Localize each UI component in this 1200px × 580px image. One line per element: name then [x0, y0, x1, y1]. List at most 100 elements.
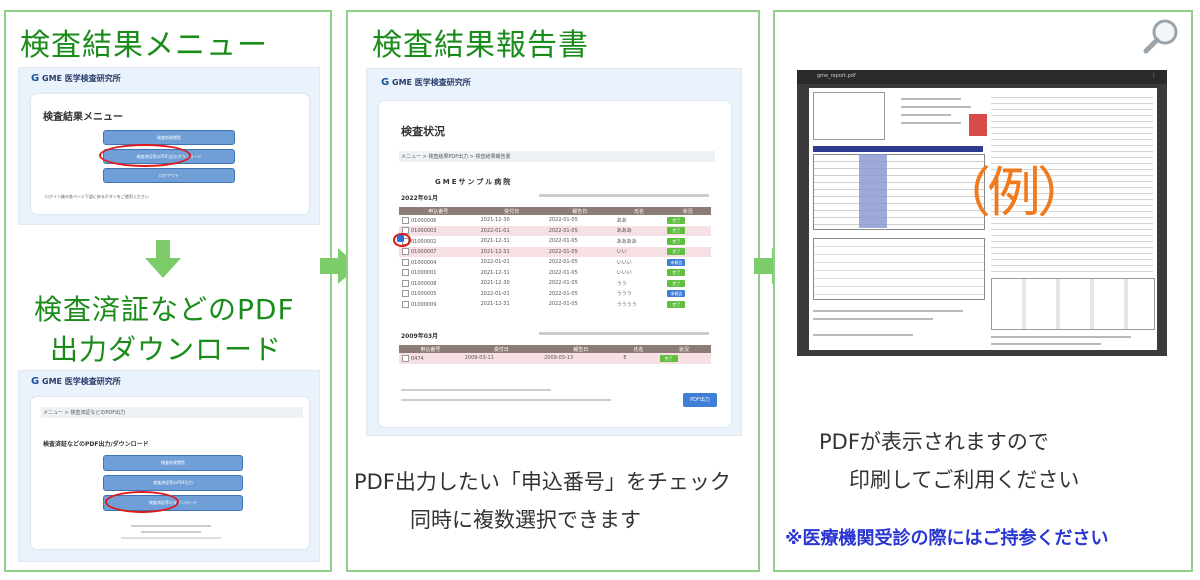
application-number-cell[interactable]: 01000007 [399, 246, 478, 257]
menu-screenshot: G GME 医学検査研究所 検査結果メニュー 検査結果閲覧 検査済証等のPDF出… [18, 67, 320, 225]
table-row[interactable]: 01000008 2021-12-30 2022-01-05 うう 完了 [399, 278, 711, 289]
seal-stamp [969, 114, 987, 136]
application-number-cell[interactable]: 0474 [399, 353, 462, 364]
checkbox[interactable] [402, 354, 409, 362]
received-date-cell: 2022-01-01 [477, 288, 546, 299]
received-date-cell: 2022-01-01 [477, 257, 546, 268]
status-badge[interactable]: 未報告 [667, 258, 686, 266]
patient-name-cell: いい [613, 246, 665, 257]
status-cell: 完了 [664, 215, 711, 226]
status-badge[interactable]: 完了 [667, 216, 686, 224]
address-box [813, 92, 885, 140]
report-date-cell: 2022-01-05 [545, 267, 614, 278]
info-line [401, 389, 551, 391]
checkbox[interactable] [402, 300, 409, 308]
report-date-cell: 2022-01-05 [545, 225, 614, 236]
application-number-cell[interactable]: 01000008 [399, 278, 478, 289]
table-row[interactable]: 01000004 2022-01-01 2022-01-05 いいい 未報告 [399, 257, 711, 268]
year-label: 2022年01月 [401, 195, 439, 202]
right-diagram [991, 278, 1155, 330]
application-number-cell[interactable]: 01000004 [399, 257, 478, 268]
highlight-column [859, 154, 887, 228]
menu-button-view[interactable]: 検査結果閲覧 [103, 130, 235, 145]
footer-line [131, 525, 211, 527]
col-header: 受付日 [477, 207, 546, 215]
status-cell: 完了 [664, 267, 711, 278]
table-row[interactable]: 01000003 2022-01-01 2022-01-05 あああ 完了 [399, 225, 711, 236]
application-number-cell[interactable]: 01000003 [399, 225, 478, 236]
text-line [901, 106, 971, 108]
status-cell: 完了 [656, 353, 711, 364]
breadcrumb[interactable]: メニュー > 検査結果PDF出力 > 検査結果報告書 [399, 151, 715, 162]
col-header: 状況 [664, 207, 711, 215]
patient-name-cell: E [620, 353, 657, 364]
received-date-cell: 2021-12-31 [477, 267, 546, 278]
table-row[interactable]: 01000005 2022-01-01 2022-01-05 ううう 未報告 [399, 288, 711, 299]
download-button-pdf[interactable]: 検査済証等のPDF出力 [103, 475, 243, 491]
download-heading: 検査済証などのPDF出力/ダウンロード [43, 441, 149, 448]
status-badge[interactable]: 完了 [659, 354, 678, 362]
panel3-caption-line1: PDFが表示されますので [819, 430, 1049, 454]
received-date-cell: 2021-12-30 [477, 215, 546, 226]
col-header: 受付日 [461, 345, 542, 353]
col-header: 状況 [656, 345, 711, 353]
report-date-cell: 2022-01-05 [545, 257, 614, 268]
table-row[interactable]: 0474 2009-03-11 2009-03-13 E 完了 [399, 353, 711, 364]
table-row[interactable]: 01000002 2021-12-31 2022-01-05 ああああ 完了 [399, 236, 711, 247]
download-button-view[interactable]: 検査結果閲覧 [103, 455, 243, 471]
breadcrumb[interactable]: メニュー > 検査済証などのPDF出力 [41, 407, 303, 418]
menu-heading: 検査結果メニュー [43, 112, 123, 123]
pdf-page: （例） [809, 88, 1157, 350]
text-line [813, 310, 963, 312]
table-row[interactable]: 01000006 2021-12-30 2022-01-05 ああ 完了 [399, 215, 711, 226]
application-number-cell[interactable]: 01000006 [399, 215, 478, 226]
checkbox[interactable] [402, 258, 409, 266]
received-date-cell: 2021-12-31 [477, 246, 546, 257]
patient-name-cell: うう [613, 278, 665, 289]
gme-logo: G GME 医学検査研究所 [31, 376, 121, 387]
table-row[interactable]: 01000007 2021-12-31 2022-01-05 いい 完了 [399, 246, 711, 257]
text-line [813, 318, 933, 320]
status-badge[interactable]: 完了 [667, 279, 686, 287]
download-card: メニュー > 検査済証などのPDF出力 検査済証などのPDF出力/ダウンロード … [31, 397, 309, 549]
status-badge[interactable]: 完了 [667, 269, 686, 277]
application-number-cell[interactable]: 01000001 [399, 267, 478, 278]
text-line [991, 336, 1131, 338]
report-date-cell: 2022-01-05 [545, 236, 614, 247]
application-number-cell[interactable]: 01000009 [399, 299, 478, 310]
table-row[interactable]: 01000009 2021-12-31 2022-01-05 うううう 完了 [399, 299, 711, 310]
bring-notice: ※医療機関受診の際にはご持参ください [785, 528, 1109, 549]
text-line [901, 114, 951, 116]
viewer-menu-icon[interactable]: ⋮ [1151, 72, 1157, 79]
status-badge[interactable]: 完了 [667, 300, 686, 308]
org-name: GMEサンプル病院 [435, 178, 513, 186]
checked-checkbox-icon[interactable] [397, 235, 404, 242]
menu-footer: ログイン後の各ページ下部に戻るボタンをご使用ください [45, 194, 149, 199]
received-date-cell: 2022-01-01 [477, 225, 546, 236]
checkbox[interactable] [402, 290, 409, 298]
status-badge[interactable]: 完了 [667, 227, 686, 235]
received-date-cell: 2009-03-11 [461, 353, 542, 364]
menu-button-logout[interactable]: ログアウト [103, 168, 235, 183]
pdf-output-button[interactable]: PDF出力 [683, 393, 717, 407]
received-date-cell: 2021-12-31 [477, 299, 546, 310]
checkbox[interactable] [402, 216, 409, 224]
text-line [901, 98, 961, 100]
magnifier-icon[interactable] [1141, 16, 1181, 56]
application-number-cell[interactable]: 01000005 [399, 288, 478, 299]
patient-name-cell: ううう [613, 288, 665, 299]
checkbox[interactable] [402, 279, 409, 287]
patient-name-cell: いいい [613, 257, 665, 268]
checkbox[interactable] [402, 248, 409, 256]
report-date-cell: 2022-01-05 [545, 246, 614, 257]
status-badge[interactable]: 完了 [667, 248, 686, 256]
highlight-circle [105, 491, 179, 513]
table-row[interactable]: 01000001 2021-12-31 2022-01-05 いいい 完了 [399, 267, 711, 278]
status-badge[interactable]: 完了 [667, 237, 686, 245]
info-line [539, 194, 709, 197]
checkbox[interactable] [402, 269, 409, 277]
panel2-caption-line1: PDF出力したい「申込番号」をチェック [354, 470, 731, 494]
col-header: 氏名 [620, 345, 657, 353]
download-subtitle-line1: 検査済証などのPDF [34, 293, 295, 326]
status-badge[interactable]: 未報告 [667, 290, 686, 298]
